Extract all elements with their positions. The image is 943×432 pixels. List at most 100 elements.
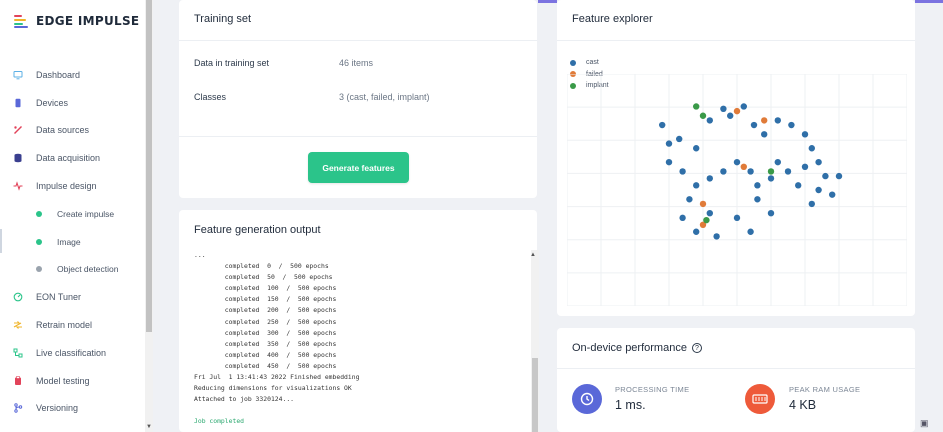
scatter-point-cast[interactable]: [815, 186, 822, 194]
performance-title: On-device performance?: [572, 342, 702, 354]
scatter-point-cast[interactable]: [686, 196, 693, 203]
sidebar-subitem-image[interactable]: Image: [0, 228, 145, 256]
sidebar-subitem-object-detection[interactable]: Object detection: [0, 256, 145, 284]
processing-time-label: PROCESSING TIME: [615, 385, 690, 394]
console-scroll-up-icon[interactable]: ▲: [530, 252, 536, 258]
sidebar-item-model-testing[interactable]: Model testing: [0, 367, 145, 395]
sidebar-item-label: Live classification: [36, 347, 107, 358]
sidebar-item-label: Data sources: [36, 125, 90, 136]
scatter-point-failed[interactable]: [761, 117, 768, 124]
scatter-point-cast[interactable]: [706, 175, 713, 182]
scatter-point-failed[interactable]: [699, 200, 707, 208]
sidebar-item-data-acquisition[interactable]: Data acquisition: [0, 144, 145, 172]
scatter-point-cast[interactable]: [733, 214, 741, 222]
scatter-point-cast[interactable]: [665, 140, 673, 147]
scatter-point-cast[interactable]: [774, 117, 781, 124]
sidebar-item-live-classification[interactable]: Live classification: [0, 339, 145, 367]
scatter-point-cast[interactable]: [679, 168, 686, 175]
sidebar-item-versioning[interactable]: Versioning: [0, 395, 145, 423]
sidebar-item-retrain-model[interactable]: Retrain model: [0, 311, 145, 339]
scatter-point-implant[interactable]: [703, 216, 710, 224]
scatter-point-cast[interactable]: [808, 200, 815, 208]
scatter-point-cast[interactable]: [706, 117, 713, 124]
data-in-training-set-value: 46 items: [339, 58, 374, 68]
scatter-point-cast[interactable]: [659, 121, 666, 129]
tuner-icon: [13, 292, 23, 302]
scatter-point-cast[interactable]: [679, 214, 686, 222]
peak-ram-value: 4 KB: [789, 398, 817, 412]
scatter-point-cast[interactable]: [801, 131, 809, 138]
scatter-point-cast[interactable]: [822, 172, 829, 180]
scatter-point-implant[interactable]: [693, 103, 700, 110]
scatter-point-cast[interactable]: [788, 121, 795, 129]
scatter-point-cast[interactable]: [767, 175, 775, 182]
scatter-point-implant[interactable]: [767, 168, 775, 175]
feature-explorer-title: Feature explorer: [572, 13, 653, 25]
sidebar-subitem-create-impulse[interactable]: Create impulse: [0, 200, 145, 228]
scatter-point-cast[interactable]: [815, 158, 822, 166]
classes-value: 3 (cast, failed, implant): [339, 92, 430, 102]
scatter-point-cast[interactable]: [693, 145, 700, 152]
scatter-point-failed[interactable]: [740, 163, 747, 170]
console-line: completed 50 / 500 epochs: [194, 273, 333, 282]
console-scrollbar-thumb[interactable]: [532, 358, 538, 432]
scatter-point-cast[interactable]: [774, 158, 781, 166]
sidebar-item-label: Impulse design: [36, 181, 97, 192]
scatter-point-cast[interactable]: [693, 182, 700, 189]
console-output[interactable]: ... completed 0 / 500 epochs completed 5…: [194, 250, 529, 432]
scatter-point-cast[interactable]: [713, 233, 720, 240]
sidebar-item-impulse-design[interactable]: Impulse design: [0, 172, 145, 200]
scatter-point-cast[interactable]: [835, 172, 843, 180]
feature-output-title: Feature generation output: [194, 224, 321, 236]
sidebar-scrollbar-thumb[interactable]: [146, 0, 152, 332]
scatter-point-cast[interactable]: [720, 168, 727, 175]
sidebar-item-devices[interactable]: Devices: [0, 89, 145, 117]
scatter-point-cast[interactable]: [750, 121, 758, 129]
scatter-point-failed[interactable]: [733, 107, 741, 115]
scatter-point-cast[interactable]: [795, 182, 802, 189]
active-indicator: [0, 229, 2, 253]
chat-icon[interactable]: ▣: [920, 418, 929, 429]
scatter-point-cast[interactable]: [747, 228, 754, 235]
console-line: completed 300 / 500 epochs: [194, 328, 337, 337]
data-sources-icon: [13, 125, 23, 135]
sidebar-item-eon-tuner[interactable]: EON Tuner: [0, 283, 145, 311]
scatter-point-cast[interactable]: [801, 163, 809, 170]
scatter-point-cast[interactable]: [720, 105, 727, 112]
scroll-down-arrow-icon[interactable]: ▼: [146, 424, 152, 430]
sidebar-item-dashboard[interactable]: Dashboard: [0, 61, 145, 89]
scatter-point-cast[interactable]: [784, 168, 792, 175]
scatter-point-cast[interactable]: [747, 168, 754, 175]
status-dot-icon: [36, 266, 42, 273]
scatter-point-cast[interactable]: [665, 158, 673, 166]
sidebar-item-label: EON Tuner: [36, 292, 82, 303]
logo[interactable]: EDGE IMPULSE: [14, 14, 139, 28]
sidebar-item-label: Versioning: [36, 403, 79, 414]
sidebar-item-data-sources[interactable]: Data sources: [0, 117, 145, 145]
scatter-point-cast[interactable]: [767, 210, 775, 217]
scatter-point-cast[interactable]: [676, 135, 683, 143]
scatter-point-cast[interactable]: [740, 103, 747, 110]
scatter-point-cast[interactable]: [693, 228, 700, 235]
scatter-point-cast[interactable]: [829, 191, 836, 198]
sidebar-item-label: Retrain model: [36, 320, 93, 331]
monitor-icon: [13, 70, 23, 80]
performance-card: On-device performance? PROCESSING TIME 1…: [557, 328, 915, 432]
scatter-point-cast[interactable]: [706, 210, 713, 217]
help-icon[interactable]: ?: [691, 343, 702, 354]
performance-title-text: On-device performance: [572, 342, 687, 354]
sidebar-item-label: Devices: [36, 97, 69, 108]
legend-item-cast[interactable]: cast: [570, 59, 599, 66]
database-icon: [13, 153, 23, 163]
scatter-point-cast[interactable]: [727, 112, 734, 119]
scatter-point-cast[interactable]: [808, 145, 815, 152]
scatter-point-cast[interactable]: [754, 196, 761, 203]
generate-features-button[interactable]: Generate features: [308, 152, 409, 183]
scatter-point-cast[interactable]: [761, 131, 768, 138]
scatter-plot[interactable]: [567, 74, 907, 306]
testing-icon: [13, 375, 23, 386]
scatter-point-cast[interactable]: [754, 182, 761, 189]
scatter-point-cast[interactable]: [733, 158, 741, 166]
scatter-point-implant[interactable]: [699, 112, 707, 119]
console-scrollbar[interactable]: [531, 250, 539, 432]
